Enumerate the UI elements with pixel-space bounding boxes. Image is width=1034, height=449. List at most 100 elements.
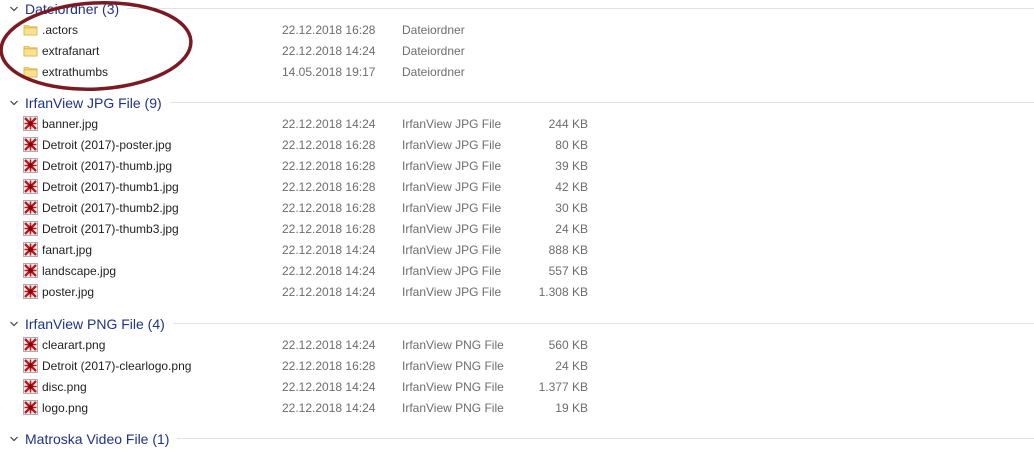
irfanview-icon — [23, 158, 38, 173]
chevron-down-icon[interactable] — [9, 4, 19, 14]
irfanview-icon — [23, 221, 38, 236]
file-size: 244 KB — [548, 117, 588, 131]
file-size: 42 KB — [555, 180, 588, 194]
file-type: IrfanView PNG File — [402, 380, 504, 394]
file-name: fanart.jpg — [42, 243, 93, 257]
file-name: extrafanart — [42, 44, 100, 58]
file-row[interactable]: clearart.png 22.12.2018 14:24 IrfanView PN… — [0, 334, 1034, 355]
file-name: clearart.png — [42, 338, 106, 352]
file-row[interactable]: Detroit (2017)-thumb3.jpg 22.12.2018 16:2… — [0, 218, 1034, 239]
file-name: Detroit (2017)-thumb2.jpg — [42, 201, 179, 215]
group-title: IrfanView PNG File (4) — [25, 315, 165, 332]
file-date: 14.05.2018 19:17 — [282, 65, 376, 79]
file-date: 22.12.2018 16:28 — [282, 180, 376, 194]
file-type: IrfanView JPG File — [402, 180, 502, 194]
file-size: 560 KB — [548, 338, 588, 352]
file-type: IrfanView PNG File — [402, 359, 504, 373]
file-name: poster.jpg — [42, 285, 95, 299]
group-header[interactable]: IrfanView PNG File (4) — [0, 313, 1034, 334]
chevron-down-icon[interactable] — [9, 434, 19, 444]
group-divider — [177, 438, 1034, 439]
file-type: IrfanView JPG File — [402, 264, 502, 278]
file-date: 22.12.2018 14:24 — [282, 285, 376, 299]
file-date: 22.12.2018 16:28 — [282, 222, 376, 236]
group-divider — [127, 8, 1034, 9]
group-divider — [172, 323, 1034, 324]
folder-icon — [23, 64, 38, 79]
file-date: 22.12.2018 14:24 — [282, 338, 376, 352]
file-row[interactable]: Detroit (2017)-thumb.jpg 22.12.2018 16:28… — [0, 155, 1034, 176]
file-name: extrathumbs — [42, 65, 109, 79]
file-list: Dateiordner (3) .actors 22.12.2018 16:28 Da… — [0, 0, 1034, 447]
file-row[interactable]: logo.png 22.12.2018 14:24 IrfanView PNG Fi… — [0, 397, 1034, 418]
file-size: 24 KB — [555, 359, 588, 373]
file-size: 1.308 KB — [538, 285, 588, 299]
irfanview-icon — [23, 116, 38, 131]
file-type: Dateiordner — [402, 44, 465, 58]
irfanview-icon — [23, 242, 38, 257]
file-date: 22.12.2018 16:28 — [282, 138, 376, 152]
file-date: 22.12.2018 14:24 — [282, 44, 376, 58]
file-date: 22.12.2018 14:24 — [282, 264, 376, 278]
file-name: Detroit (2017)-poster.jpg — [42, 138, 172, 152]
file-name: Detroit (2017)-thumb3.jpg — [42, 222, 179, 236]
file-size: 24 KB — [555, 222, 588, 236]
chevron-down-icon[interactable] — [9, 319, 19, 329]
file-row[interactable]: .actors 22.12.2018 16:28 Dateiordner — [0, 19, 1034, 40]
file-type: IrfanView JPG File — [402, 243, 502, 257]
file-date: 22.12.2018 16:28 — [282, 359, 376, 373]
file-name: .actors — [42, 23, 79, 37]
file-size: 39 KB — [555, 159, 588, 173]
file-type: IrfanView JPG File — [402, 138, 502, 152]
irfanview-icon — [23, 263, 38, 278]
file-name: banner.jpg — [42, 117, 99, 131]
file-date: 22.12.2018 16:28 — [282, 201, 376, 215]
group-header[interactable]: IrfanView JPG File (9) — [0, 92, 1034, 113]
file-name: disc.png — [42, 380, 87, 394]
file-type: Dateiordner — [402, 23, 465, 37]
irfanview-icon — [23, 200, 38, 215]
file-name: Detroit (2017)-thumb1.jpg — [42, 180, 179, 194]
file-size: 1.377 KB — [538, 380, 588, 394]
file-date: 22.12.2018 14:24 — [282, 401, 376, 415]
file-row[interactable]: banner.jpg 22.12.2018 14:24 IrfanView JPG … — [0, 113, 1034, 134]
irfanview-icon — [23, 284, 38, 299]
irfanview-icon — [23, 379, 38, 394]
file-size: 557 KB — [548, 264, 588, 278]
folder-icon — [23, 22, 38, 37]
file-name: logo.png — [42, 401, 89, 415]
group-title: IrfanView JPG File (9) — [25, 94, 162, 111]
group-header[interactable]: Matroska Video File (1) — [0, 428, 1034, 449]
file-type: Dateiordner — [402, 65, 465, 79]
file-row[interactable]: Detroit (2017)-poster.jpg 22.12.2018 16:2… — [0, 134, 1034, 155]
file-type: IrfanView JPG File — [402, 117, 502, 131]
file-size: 80 KB — [555, 138, 588, 152]
file-row[interactable]: landscape.jpg 22.12.2018 14:24 IrfanView J… — [0, 260, 1034, 281]
file-date: 22.12.2018 14:24 — [282, 243, 376, 257]
irfanview-icon — [23, 337, 38, 352]
file-date: 22.12.2018 16:28 — [282, 159, 376, 173]
file-date: 22.12.2018 16:28 — [282, 23, 376, 37]
group-header[interactable]: Dateiordner (3) — [0, 0, 1034, 19]
group-divider — [169, 102, 1034, 103]
file-row[interactable]: Detroit (2017)-thumb2.jpg 22.12.2018 16:2… — [0, 197, 1034, 218]
file-type: IrfanView JPG File — [402, 201, 502, 215]
file-name: landscape.jpg — [42, 264, 117, 278]
irfanview-icon — [23, 400, 38, 415]
irfanview-icon — [23, 358, 38, 373]
file-type: IrfanView PNG File — [402, 338, 504, 352]
file-row[interactable]: extrafanart 22.12.2018 14:24 Dateiordner — [0, 40, 1034, 61]
file-row[interactable]: Detroit (2017)-clearlogo.png 22.12.2018 1… — [0, 355, 1034, 376]
group-title: Dateiordner (3) — [25, 0, 120, 17]
file-row[interactable]: extrathumbs 14.05.2018 19:17 Dateiordner — [0, 61, 1034, 82]
file-row[interactable]: fanart.jpg 22.12.2018 14:24 IrfanView JPG … — [0, 239, 1034, 260]
file-name: Detroit (2017)-thumb.jpg — [42, 159, 173, 173]
file-date: 22.12.2018 14:24 — [282, 117, 376, 131]
file-type: IrfanView JPG File — [402, 222, 502, 236]
file-row[interactable]: Detroit (2017)-thumb1.jpg 22.12.2018 16:2… — [0, 176, 1034, 197]
file-row[interactable]: disc.png 22.12.2018 14:24 IrfanView PNG Fi… — [0, 376, 1034, 397]
chevron-down-icon[interactable] — [9, 98, 19, 108]
file-type: IrfanView PNG File — [402, 401, 504, 415]
group-title: Matroska Video File (1) — [25, 430, 170, 447]
file-row[interactable]: poster.jpg 22.12.2018 14:24 IrfanView JPG … — [0, 281, 1034, 302]
